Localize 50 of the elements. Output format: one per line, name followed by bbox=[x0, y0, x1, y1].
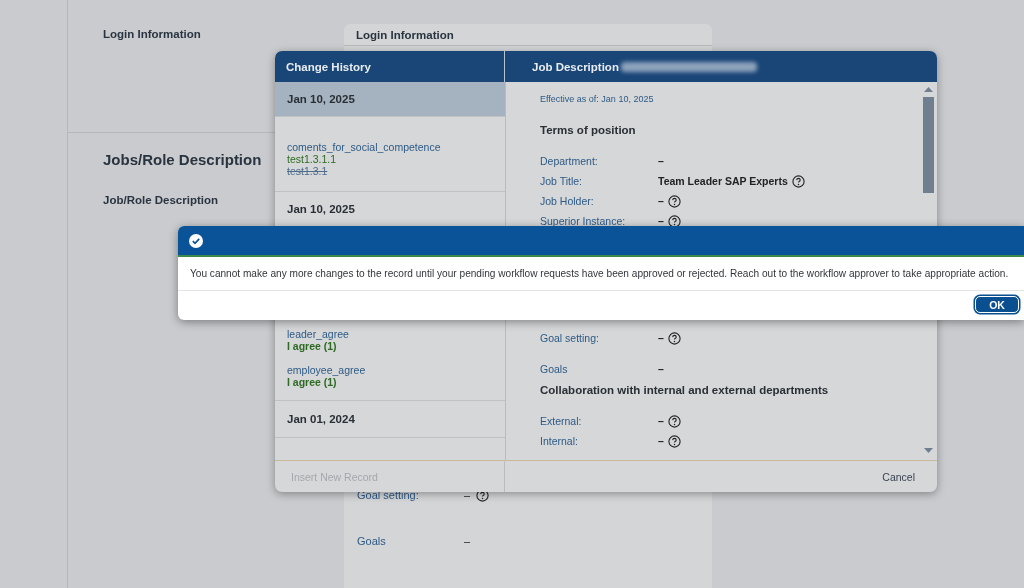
field-label: Goals bbox=[357, 535, 387, 547]
scroll-down-icon[interactable] bbox=[924, 448, 933, 454]
new-value: I agree (1) bbox=[287, 340, 338, 352]
help-icon[interactable] bbox=[667, 194, 681, 208]
field-value: – bbox=[464, 489, 471, 501]
ok-button[interactable]: OK bbox=[975, 296, 1019, 313]
field-label: Superior Instance: bbox=[540, 215, 627, 227]
help-icon[interactable] bbox=[667, 214, 681, 228]
scroll-up-icon[interactable] bbox=[924, 86, 933, 92]
help-icon[interactable] bbox=[667, 434, 681, 448]
group-heading: Terms of position bbox=[540, 123, 636, 137]
group-heading: Collaboration with internal and external departments bbox=[540, 383, 829, 397]
field-value: – bbox=[658, 155, 664, 167]
effective-date: Effective as of: Jan 10, 2025 bbox=[540, 94, 654, 105]
field-label: Job Title: bbox=[540, 175, 584, 187]
field-value: – bbox=[658, 415, 664, 427]
history-date-item[interactable]: Jan 10, 2025 bbox=[275, 82, 505, 117]
history-date-item[interactable]: Jan 01, 2024 bbox=[275, 400, 505, 438]
help-icon[interactable] bbox=[667, 331, 681, 345]
field-label: External: bbox=[540, 415, 583, 427]
help-icon[interactable] bbox=[667, 414, 681, 428]
changed-field-name: employee_agree bbox=[287, 364, 367, 376]
field-label: Goals bbox=[540, 363, 569, 375]
field-value: – bbox=[658, 363, 664, 375]
section-heading: Jobs/Role Description bbox=[103, 151, 262, 168]
scrollbar-thumb[interactable] bbox=[923, 97, 934, 193]
field-label: Goal setting: bbox=[540, 332, 600, 344]
dialog-title: Job Description bbox=[532, 60, 619, 73]
field-value: – bbox=[464, 535, 471, 547]
new-value: test1.3.1.1 bbox=[287, 153, 338, 165]
field-value: – bbox=[658, 215, 664, 227]
new-value: I agree (1) bbox=[287, 376, 338, 388]
help-icon[interactable] bbox=[791, 174, 805, 188]
field-value: – bbox=[658, 332, 664, 344]
field-label: Internal: bbox=[540, 435, 579, 447]
field-label: Job Holder: bbox=[540, 195, 595, 207]
success-check-icon bbox=[189, 233, 203, 248]
alert-message: You cannot make any more changes to the record until your pending workflow requests have been approved or rejected. Reach out to the workflow approver to take appropriate action. bbox=[178, 257, 1024, 291]
panel-title: Change History bbox=[286, 60, 371, 73]
field-value: Team Leader SAP Experts bbox=[658, 175, 788, 187]
card-title: Login Information bbox=[344, 24, 712, 46]
field-label: Department: bbox=[540, 155, 599, 167]
field-value: – bbox=[658, 195, 664, 207]
changed-field-name: leader_agree bbox=[287, 328, 350, 340]
section-title: Login Information bbox=[103, 28, 201, 40]
cancel-button[interactable]: Cancel bbox=[878, 468, 919, 485]
field-value: – bbox=[658, 435, 664, 447]
old-value: test1.3.1 bbox=[287, 165, 329, 177]
changed-field-name: coments_for_social_competence bbox=[287, 141, 442, 153]
section-title: Job/Role Description bbox=[103, 194, 219, 206]
